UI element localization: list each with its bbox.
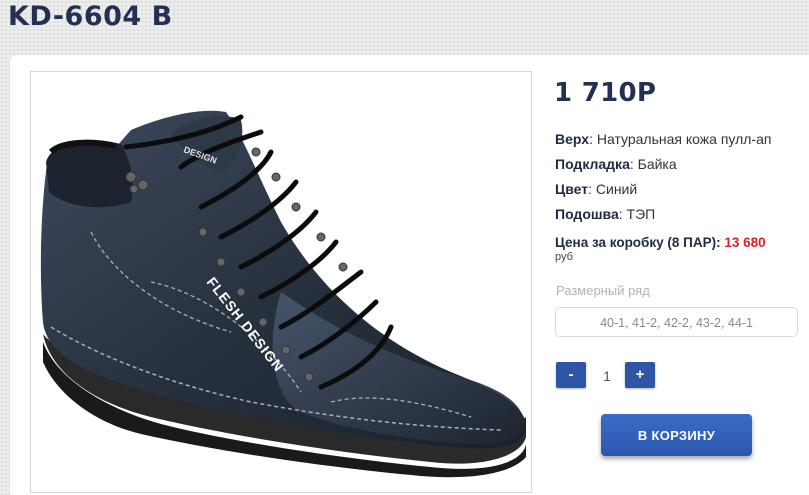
size-range-field[interactable]: 40-1, 41-2, 42-2, 43-2, 44-1: [555, 307, 798, 337]
spec-upper-value: : Натуральная кожа пулл-ап: [589, 131, 772, 147]
spec-upper-label: Верх: [555, 131, 590, 147]
spec-sole-value: : ТЭП: [618, 206, 656, 222]
add-to-cart-button[interactable]: В КОРЗИНУ: [601, 414, 752, 456]
page-title: KD-6604 B: [8, 1, 173, 32]
spec-lining: Подкладка: Байка: [555, 156, 677, 172]
quantity-decrease-button[interactable]: -: [556, 362, 586, 388]
spec-lining-value: : Байка: [629, 156, 677, 172]
box-price: Цена за коробку (8 ПАР): 13 680: [555, 235, 766, 250]
box-price-value: 13 680: [724, 235, 766, 250]
spec-sole-label: Подошва: [555, 206, 619, 222]
spec-color-label: Цвет: [555, 181, 589, 197]
product-photo[interactable]: FLESH DESIGN DESIGN: [30, 71, 532, 493]
product-price: 1 710Р: [554, 78, 657, 108]
spec-lining-label: Подкладка: [555, 156, 630, 172]
spec-sole: Подошва: ТЭП: [555, 206, 655, 222]
spec-upper: Верх: Натуральная кожа пулл-ап: [555, 131, 771, 147]
box-price-label: Цена за коробку (8 ПАР):: [555, 235, 721, 250]
size-range-label: Размерный ряд: [556, 283, 650, 298]
box-price-unit: руб: [555, 251, 573, 263]
quantity-increase-button[interactable]: +: [625, 362, 655, 388]
spec-color: Цвет: Синий: [555, 181, 637, 197]
spec-color-value: : Синий: [588, 181, 638, 197]
quantity-input[interactable]: [589, 362, 625, 390]
shoe-image: FLESH DESIGN DESIGN: [40, 110, 527, 478]
